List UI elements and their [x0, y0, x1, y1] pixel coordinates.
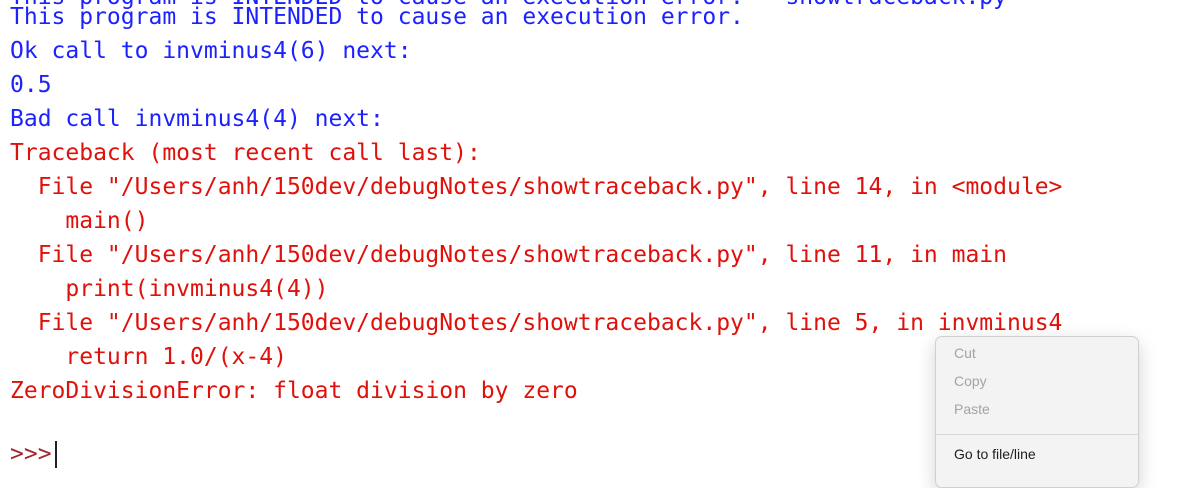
output-line-result: 0.5 — [10, 72, 52, 98]
traceback-frame-file-3: File "/Users/anh/150dev/debugNotes/showt… — [10, 310, 1063, 336]
text-cursor[interactable] — [55, 441, 57, 468]
output-line-intended: This program is INTENDED to cause an exe… — [10, 4, 744, 30]
traceback-frame-code-3: return 1.0/(x-4) — [10, 344, 287, 370]
output-line-ok-call: Ok call to invminus4(6) next: — [10, 38, 412, 64]
shell-prompt: >>> — [10, 441, 52, 467]
traceback-frame-code-2: print(invminus4(4)) — [10, 276, 329, 302]
traceback-frame-code-1: main() — [10, 208, 149, 234]
menu-item-paste[interactable]: Paste — [954, 400, 990, 418]
error-message: ZeroDivisionError: float division by zer… — [10, 378, 578, 404]
context-menu[interactable]: Cut Copy Paste Go to file/line — [935, 336, 1139, 488]
menu-item-go-to-file-line[interactable]: Go to file/line — [954, 445, 1036, 463]
traceback-frame-file-1: File "/Users/anh/150dev/debugNotes/showt… — [10, 174, 1063, 200]
menu-item-cut[interactable]: Cut — [954, 344, 976, 362]
menu-separator — [936, 434, 1138, 435]
output-line-bad-call: Bad call invminus4(4) next: — [10, 106, 384, 132]
traceback-header: Traceback (most recent call last): — [10, 140, 481, 166]
traceback-frame-file-2: File "/Users/anh/150dev/debugNotes/showt… — [10, 242, 1007, 268]
menu-item-copy[interactable]: Copy — [954, 372, 987, 390]
